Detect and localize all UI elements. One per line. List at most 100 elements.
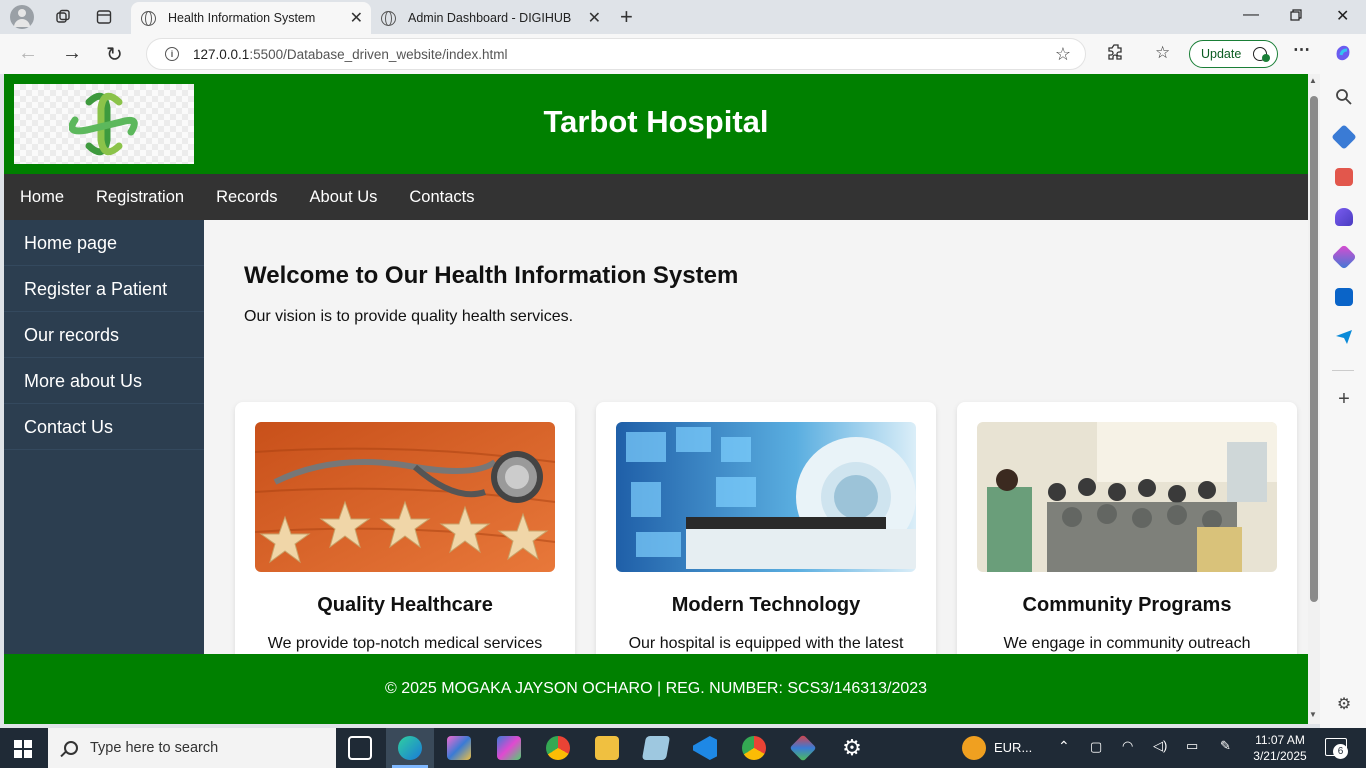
volume-icon[interactable]: ◁) <box>1153 738 1167 754</box>
update-label: Update <box>1201 47 1242 61</box>
search-placeholder: Type here to search <box>90 740 219 756</box>
search-icon[interactable] <box>1335 88 1353 106</box>
top-navigation: Home Registration Records About Us Conta… <box>4 174 1308 220</box>
site-header: Tarbot Hospital <box>4 74 1308 174</box>
scrollbar-thumb[interactable] <box>1310 96 1318 602</box>
site-info-icon[interactable]: i <box>165 47 179 61</box>
tools-icon[interactable] <box>1335 168 1353 186</box>
globe-icon <box>381 10 396 26</box>
copilot-icon[interactable] <box>1333 43 1353 68</box>
extensions-icon[interactable] <box>1107 43 1125 66</box>
side-navigation: Home page Register a Patient Our records… <box>4 220 204 660</box>
nav-home[interactable]: Home <box>4 188 80 207</box>
games-icon[interactable] <box>1335 208 1353 226</box>
sidebar-item-more-about-us[interactable]: More about Us <box>4 358 204 404</box>
url-path: :5500/Database_driven_website/index.html <box>249 46 508 62</box>
community-gathering-image <box>977 422 1277 572</box>
chrome-profile-icon[interactable] <box>742 736 766 760</box>
add-icon[interactable]: + <box>1335 389 1353 409</box>
sidebar-item-contact-us[interactable]: Contact Us <box>4 404 204 450</box>
hospital-logo <box>14 84 194 164</box>
wifi-icon[interactable]: ◠ <box>1122 738 1133 754</box>
minimize-icon[interactable]: — <box>1243 6 1259 24</box>
task-view-icon[interactable] <box>348 736 372 760</box>
git-tool-icon[interactable] <box>789 734 817 762</box>
favorite-star-icon[interactable]: ☆ <box>1055 44 1071 65</box>
close-tab-icon[interactable]: ✕ <box>350 8 363 28</box>
card-title: Quality Healthcare <box>317 594 493 616</box>
tab-title: Health Information System <box>168 11 316 25</box>
clock-date: 3/21/2025 <box>1253 749 1307 763</box>
file-explorer-icon[interactable] <box>595 736 619 760</box>
scroll-up-icon[interactable]: ▲ <box>1309 76 1317 85</box>
ct-scanner-image <box>616 422 916 572</box>
forward-icon[interactable]: → <box>62 42 82 65</box>
vscode-icon[interactable] <box>693 736 717 760</box>
currency-widget-icon[interactable] <box>962 736 986 760</box>
close-window-icon[interactable]: ✕ <box>1336 6 1349 26</box>
battery-icon[interactable]: ▭ <box>1186 738 1198 754</box>
windows-start-icon[interactable] <box>14 740 32 758</box>
meet-now-icon[interactable]: ▢ <box>1090 739 1102 755</box>
chrome-icon[interactable] <box>546 736 570 760</box>
sidebar-item-register-patient[interactable]: Register a Patient <box>4 266 204 312</box>
send-icon[interactable] <box>1335 328 1353 346</box>
browser-side-panel: + ⚙ <box>1320 74 1366 728</box>
nav-records[interactable]: Records <box>200 188 293 207</box>
card-title: Community Programs <box>1022 594 1232 616</box>
new-tab-icon[interactable]: + <box>620 4 633 30</box>
nav-registration[interactable]: Registration <box>80 188 200 207</box>
search-icon <box>64 741 78 755</box>
tab-admin-dashboard[interactable]: Admin Dashboard - DIGIHUB ✕ <box>371 2 609 34</box>
card-text: We provide top-notch medical services <box>267 635 543 652</box>
edge-browser-icon[interactable] <box>398 736 422 760</box>
shopping-tag-icon[interactable] <box>1331 124 1357 150</box>
card-community-programs: Community Programs We engage in communit… <box>957 402 1297 682</box>
refresh-icon[interactable]: ↻ <box>106 42 123 67</box>
divider <box>1332 370 1354 371</box>
sidebar-item-our-records[interactable]: Our records <box>4 312 204 358</box>
scroll-down-icon[interactable]: ▼ <box>1309 710 1317 719</box>
nav-contacts[interactable]: Contacts <box>393 188 490 207</box>
sidebar-item-home-page[interactable]: Home page <box>4 220 204 266</box>
card-modern-technology: Modern Technology Our hospital is equipp… <box>596 402 936 682</box>
close-tab-icon[interactable]: ✕ <box>588 8 601 28</box>
profile-icon[interactable] <box>10 5 34 29</box>
update-badge <box>1262 54 1270 62</box>
address-bar[interactable]: i 127.0.0.1:5500/Database_driven_website… <box>146 38 1086 70</box>
show-hidden-icons-chevron-up-icon[interactable]: ⌃ <box>1058 738 1070 755</box>
main-content: Welcome to Our Health Information System… <box>204 220 1308 682</box>
favorites-icon[interactable]: ☆ <box>1155 43 1170 63</box>
page-scrollbar[interactable]: ▲ ▼ <box>1308 74 1320 724</box>
card-text: We engage in community outreach <box>1003 635 1251 652</box>
notepad-icon[interactable] <box>641 736 671 760</box>
browser-toolbar: ← → ↻ i 127.0.0.1:5500/Database_driven_w… <box>0 34 1366 74</box>
vision-text: Our vision is to provide quality health … <box>244 308 574 325</box>
pen-icon[interactable]: ✎ <box>1220 738 1231 754</box>
tab-actions-icon[interactable] <box>93 6 115 28</box>
url-host: 127.0.0.1 <box>193 46 250 62</box>
taskbar-search-input[interactable]: Type here to search <box>48 728 336 768</box>
web-page: Tarbot Hospital Home Registration Record… <box>4 74 1308 724</box>
globe-icon <box>141 10 156 26</box>
card-title: Modern Technology <box>671 594 861 616</box>
card-quality-healthcare: Quality Healthcare We provide top-notch … <box>235 402 575 682</box>
workspaces-icon[interactable] <box>52 6 74 28</box>
update-button[interactable]: Update <box>1189 40 1278 68</box>
taskbar-clock[interactable]: 11:07 AM 3/21/2025 <box>1248 732 1312 764</box>
microsoft-365-app-icon[interactable] <box>497 736 521 760</box>
tab-health-information-system[interactable]: Health Information System ✕ <box>131 2 371 34</box>
clock-time: 11:07 AM <box>1255 733 1305 747</box>
card-text: Our hospital is equipped with the latest <box>628 635 904 652</box>
outlook-icon[interactable] <box>1335 288 1353 306</box>
nav-about-us[interactable]: About Us <box>294 188 394 207</box>
microsoft-365-icon[interactable] <box>1331 244 1357 270</box>
back-icon[interactable]: ← <box>18 42 38 65</box>
settings-gear-icon[interactable]: ⚙ <box>1335 696 1353 714</box>
copilot-app-icon[interactable] <box>447 736 471 760</box>
settings-icon[interactable]: ⚙ <box>840 736 864 760</box>
restore-icon[interactable] <box>1290 8 1302 26</box>
more-options-icon[interactable]: ⋯ <box>1293 40 1310 60</box>
browser-tab-bar: Health Information System ✕ Admin Dashbo… <box>0 0 1366 34</box>
tray-currency-label[interactable]: EUR... <box>994 740 1032 755</box>
